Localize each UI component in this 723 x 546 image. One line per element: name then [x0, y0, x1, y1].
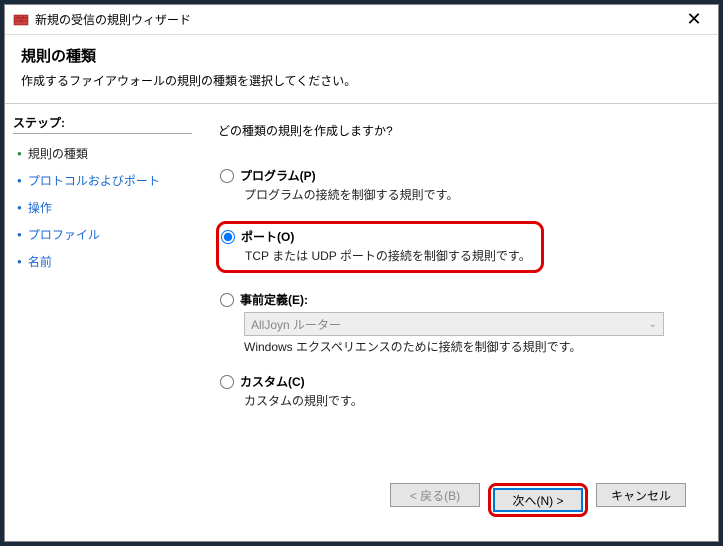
- bullet-icon: ●: [17, 203, 22, 212]
- bullet-icon: ●: [17, 149, 22, 158]
- option-predefined-row[interactable]: 事前定義(E):: [220, 291, 700, 308]
- step-label: プロトコルおよびポート: [28, 172, 160, 189]
- body: ステップ: ● 規則の種類 ● プロトコルおよびポート ● 操作 ● プロファイル ● 名…: [5, 103, 718, 541]
- option-program-row[interactable]: プログラム(P): [220, 167, 700, 184]
- option-port-row[interactable]: ポート(O): [221, 228, 531, 245]
- next-button[interactable]: 次へ(N) >: [493, 488, 583, 512]
- sidebar: ステップ: ● 規則の種類 ● プロトコルおよびポート ● 操作 ● プロファイル ● 名…: [5, 104, 200, 541]
- step-action[interactable]: ● 操作: [13, 194, 192, 221]
- radio-predefined[interactable]: [220, 293, 234, 307]
- option-custom-label: カスタム(C): [240, 373, 305, 390]
- wizard-window: 新規の受信の規則ウィザード ✕ 規則の種類 作成するファイアウォールの規則の種類…: [4, 4, 719, 542]
- step-label: 規則の種類: [28, 145, 88, 162]
- page-subtitle: 作成するファイアウォールの規則の種類を選択してください。: [21, 72, 702, 89]
- step-label: 名前: [28, 253, 52, 270]
- option-program: プログラム(P) プログラムの接続を制御する規則です。: [218, 167, 700, 203]
- titlebar: 新規の受信の規則ウィザード ✕: [5, 5, 718, 35]
- radio-port[interactable]: [221, 230, 235, 244]
- highlight-port: ポート(O) TCP または UDP ポートの接続を制御する規則です。: [216, 221, 544, 273]
- main-panel: どの種類の規則を作成しますか? プログラム(P) プログラムの接続を制御する規則…: [200, 104, 718, 541]
- bullet-icon: ●: [17, 176, 22, 185]
- question-text: どの種類の規則を作成しますか?: [218, 122, 700, 139]
- close-button[interactable]: ✕: [672, 6, 716, 34]
- option-port: ポート(O) TCP または UDP ポートの接続を制御する規則です。: [218, 221, 700, 273]
- highlight-next: 次へ(N) >: [488, 483, 588, 517]
- cancel-button[interactable]: キャンセル: [596, 483, 686, 507]
- radio-custom[interactable]: [220, 375, 234, 389]
- predefined-select-value: AllJoyn ルーター: [251, 316, 341, 333]
- option-custom: カスタム(C) カスタムの規則です。: [218, 373, 700, 409]
- step-profile[interactable]: ● プロファイル: [13, 221, 192, 248]
- predefined-select: AllJoyn ルーター ⌄: [244, 312, 664, 336]
- radio-program[interactable]: [220, 169, 234, 183]
- steps-heading: ステップ:: [13, 114, 192, 134]
- option-program-label: プログラム(P): [240, 167, 316, 184]
- step-protocol-port[interactable]: ● プロトコルおよびポート: [13, 167, 192, 194]
- option-port-label: ポート(O): [241, 228, 294, 245]
- chevron-down-icon: ⌄: [649, 319, 657, 330]
- step-rule-type[interactable]: ● 規則の種類: [13, 140, 192, 167]
- window-title: 新規の受信の規則ウィザード: [35, 11, 672, 28]
- option-predefined-label: 事前定義(E):: [240, 291, 308, 308]
- option-program-desc: プログラムの接続を制御する規則です。: [244, 186, 700, 203]
- spacer: [218, 427, 700, 473]
- bullet-icon: ●: [17, 257, 22, 266]
- option-custom-desc: カスタムの規則です。: [244, 392, 700, 409]
- header: 規則の種類 作成するファイアウォールの規則の種類を選択してください。: [5, 35, 718, 103]
- footer: < 戻る(B) 次へ(N) > キャンセル: [218, 473, 700, 531]
- option-port-desc: TCP または UDP ポートの接続を制御する規則です。: [245, 247, 531, 264]
- firewall-icon: [13, 12, 29, 28]
- option-predefined-desc: Windows エクスペリエンスのために接続を制御する規則です。: [244, 338, 700, 355]
- back-button: < 戻る(B): [390, 483, 480, 507]
- bullet-icon: ●: [17, 230, 22, 239]
- page-title: 規則の種類: [21, 45, 702, 66]
- option-predefined: 事前定義(E): AllJoyn ルーター ⌄ Windows エクスペリエンス…: [218, 291, 700, 355]
- option-custom-row[interactable]: カスタム(C): [220, 373, 700, 390]
- step-label: プロファイル: [28, 226, 100, 243]
- step-name[interactable]: ● 名前: [13, 248, 192, 275]
- step-label: 操作: [28, 199, 52, 216]
